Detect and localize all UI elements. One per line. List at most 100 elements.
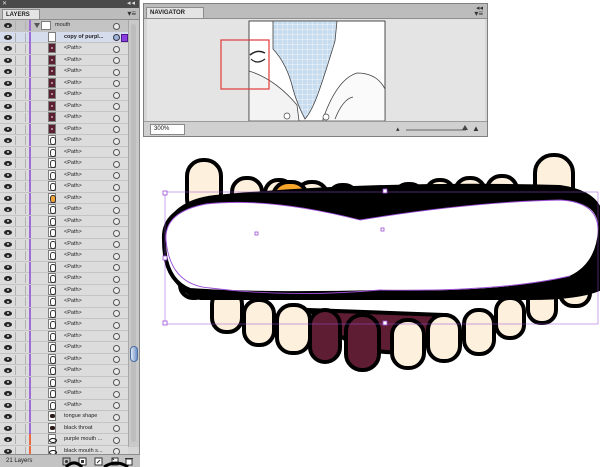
panel-menu-icon[interactable]: ▾≡: [474, 10, 483, 18]
visibility-eye-icon[interactable]: [4, 103, 12, 109]
target-circle-icon[interactable]: [113, 241, 120, 248]
layer-name[interactable]: <Path>: [64, 331, 108, 342]
layer-name[interactable]: <Path>: [64, 43, 108, 54]
visibility-eye-icon[interactable]: [4, 172, 12, 178]
target-circle-icon[interactable]: [113, 103, 120, 110]
target-circle-icon[interactable]: [113, 333, 120, 340]
layer-name[interactable]: <Path>: [64, 181, 108, 192]
layer-row[interactable]: purple mouth ...: [0, 434, 128, 446]
lock-toggle[interactable]: [15, 182, 26, 191]
layer-name[interactable]: <Path>: [64, 216, 108, 227]
visibility-eye-icon[interactable]: [4, 184, 12, 189]
layer-row[interactable]: <Path>: [0, 181, 128, 193]
layer-row[interactable]: <Path>: [0, 319, 128, 331]
target-circle-icon[interactable]: [113, 195, 120, 202]
visibility-eye-icon[interactable]: [4, 379, 12, 385]
layer-name[interactable]: <Path>: [64, 170, 108, 181]
target-circle-icon[interactable]: [113, 206, 120, 214]
layer-name[interactable]: copy of purpl...: [64, 32, 108, 43]
lock-toggle[interactable]: [15, 124, 26, 134]
layer-name[interactable]: purple mouth ...: [64, 434, 108, 445]
lock-toggle[interactable]: [15, 67, 26, 76]
target-circle-icon[interactable]: [113, 126, 120, 133]
layer-name[interactable]: <Path>: [64, 124, 108, 135]
layer-name[interactable]: <Path>: [64, 101, 108, 112]
visibility-eye-icon[interactable]: [4, 23, 12, 28]
visibility-eye-icon[interactable]: [4, 287, 12, 293]
lock-toggle[interactable]: [15, 193, 26, 203]
layer-row[interactable]: <Path>: [0, 158, 128, 170]
target-circle-icon[interactable]: [113, 183, 120, 191]
zoom-slider-knob[interactable]: [462, 125, 468, 130]
target-circle-icon[interactable]: [113, 22, 120, 30]
visibility-eye-icon[interactable]: [4, 253, 12, 258]
visibility-eye-icon[interactable]: [4, 368, 12, 373]
layer-row[interactable]: copy of purpl...: [0, 31, 128, 43]
visibility-eye-icon[interactable]: [4, 356, 12, 362]
visibility-eye-icon[interactable]: [4, 115, 12, 120]
lock-toggle[interactable]: [15, 32, 26, 42]
lock-toggle[interactable]: [15, 228, 26, 237]
lock-toggle[interactable]: [15, 101, 26, 111]
tab-navigator[interactable]: NAVIGATOR: [146, 7, 204, 18]
visibility-eye-icon[interactable]: [4, 126, 12, 132]
target-circle-icon[interactable]: [113, 160, 120, 168]
layer-name[interactable]: tongue shape: [64, 411, 108, 422]
layer-name[interactable]: <Path>: [64, 66, 108, 77]
layer-name[interactable]: <Path>: [64, 239, 108, 250]
lock-toggle[interactable]: [15, 159, 26, 168]
lock-toggle[interactable]: [15, 113, 26, 122]
lock-toggle[interactable]: [15, 239, 26, 249]
layer-name[interactable]: <Path>: [64, 273, 108, 284]
lock-toggle[interactable]: [15, 205, 26, 214]
scrollbar-thumb[interactable]: [130, 346, 138, 362]
lock-toggle[interactable]: [15, 366, 26, 375]
target-circle-icon[interactable]: [113, 264, 120, 271]
layer-name[interactable]: <Path>: [64, 112, 108, 123]
layer-row[interactable]: <Path>: [0, 215, 128, 227]
target-circle-icon[interactable]: [113, 252, 120, 260]
layer-row[interactable]: <Path>: [0, 388, 128, 400]
lock-toggle[interactable]: [15, 147, 26, 157]
layer-name[interactable]: black throat: [64, 423, 108, 434]
layer-row[interactable]: <Path>: [0, 77, 128, 89]
visibility-eye-icon[interactable]: [4, 276, 12, 281]
layer-name[interactable]: <Path>: [64, 285, 108, 296]
selection-indicator[interactable]: [121, 33, 128, 42]
target-circle-icon[interactable]: [113, 229, 120, 237]
visibility-eye-icon[interactable]: [4, 80, 12, 86]
visibility-eye-icon[interactable]: [4, 322, 12, 327]
lock-toggle[interactable]: [15, 251, 26, 260]
visibility-eye-icon[interactable]: [4, 34, 12, 40]
target-circle-icon[interactable]: [113, 68, 120, 76]
layer-name[interactable]: <Path>: [64, 296, 108, 307]
target-circle-icon[interactable]: [113, 356, 120, 363]
layer-name[interactable]: <Path>: [64, 204, 108, 215]
target-circle-icon[interactable]: [113, 379, 120, 386]
target-circle-icon[interactable]: [113, 91, 120, 99]
lock-toggle[interactable]: [15, 389, 26, 398]
layer-row[interactable]: <Path>: [0, 89, 128, 101]
target-circle-icon[interactable]: [113, 367, 120, 375]
target-circle-icon[interactable]: [113, 298, 120, 306]
visibility-eye-icon[interactable]: [4, 230, 12, 235]
layer-name[interactable]: <Path>: [64, 400, 108, 411]
layer-row[interactable]: <Path>: [0, 365, 128, 377]
visibility-eye-icon[interactable]: [4, 195, 12, 201]
lock-toggle[interactable]: [15, 78, 26, 88]
lock-toggle[interactable]: [15, 90, 26, 99]
layer-row[interactable]: <Path>: [0, 112, 128, 124]
lock-toggle[interactable]: [15, 331, 26, 341]
lock-toggle[interactable]: [15, 285, 26, 295]
lock-toggle[interactable]: [15, 435, 26, 444]
target-circle-icon[interactable]: [113, 34, 120, 41]
layer-row[interactable]: <Path>: [0, 146, 128, 158]
close-panel-icon[interactable]: ✕: [2, 1, 7, 7]
target-circle-icon[interactable]: [113, 287, 120, 294]
visibility-eye-icon[interactable]: [4, 299, 12, 304]
lock-toggle[interactable]: [15, 343, 26, 352]
target-circle-icon[interactable]: [113, 80, 120, 87]
target-circle-icon[interactable]: [113, 413, 120, 421]
lock-toggle[interactable]: [15, 377, 26, 387]
layer-row[interactable]: <Path>: [0, 399, 128, 411]
